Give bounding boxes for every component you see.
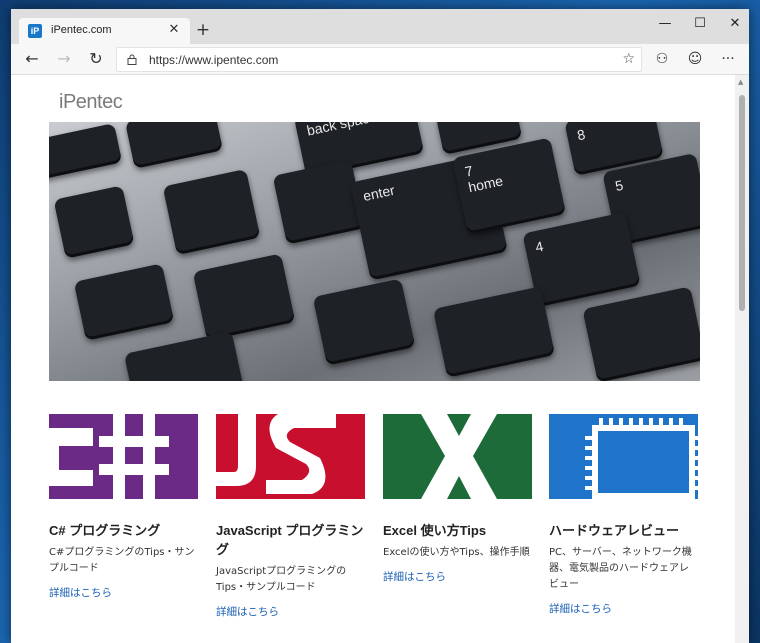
scroll-up-arrow-icon[interactable]: ▲ — [738, 78, 743, 86]
refresh-button[interactable]: ↻ — [84, 48, 108, 70]
tab-strip: iP iPentec.com ✕ + — ☐ ✕ — [11, 9, 749, 44]
card-details-link[interactable]: 詳細はこちら — [549, 601, 612, 616]
hero-key — [192, 253, 296, 341]
hero-key — [49, 123, 123, 181]
card-description: Excelの使い方やTips、操作手順 — [383, 547, 530, 558]
hero-key — [582, 286, 700, 381]
vertical-scrollbar[interactable]: ▲ — [735, 75, 749, 643]
tab-ipentec[interactable]: iP iPentec.com ✕ — [19, 18, 190, 44]
browser-window: iP iPentec.com ✕ + — ☐ ✕ ← → ↻ https://w… — [11, 9, 749, 643]
card-csharp: C# プログラミング C#プログラミングのTips・サンプルコード 詳細はこちら — [49, 414, 198, 600]
page-viewport: iPentec back space 8 enter 7 home 5 4 C#… — [11, 75, 749, 643]
tab-title: iPentec.com — [51, 24, 112, 36]
csharp-logo-graphic — [49, 414, 198, 499]
card-description: C#プログラミングのTips・サンプルコード — [49, 547, 195, 574]
back-button[interactable]: ← — [20, 48, 44, 70]
key-label-5: 5 — [613, 176, 625, 195]
hero-key — [162, 168, 261, 256]
more-menu-icon[interactable]: ··· — [715, 48, 741, 70]
feedback-smiley-icon[interactable]: ☺ — [682, 48, 708, 70]
favorite-star-icon[interactable]: ☆ — [622, 51, 635, 67]
hero-key — [73, 263, 175, 341]
excel-logo-graphic — [383, 414, 532, 499]
card-description: PC、サーバー、ネットワーク機器、電気製品のハードウェアレビュー — [549, 547, 692, 590]
new-tab-button[interactable]: + — [193, 20, 213, 40]
tab-close-icon[interactable]: ✕ — [166, 22, 182, 38]
card-title[interactable]: ハードウェアレビュー — [549, 521, 698, 540]
navigation-bar: ← → ↻ https://www.ipentec.com ☆ ⚇ ☺ ··· — [11, 44, 749, 75]
forward-button[interactable]: → — [52, 48, 76, 70]
excel-logo-icon[interactable] — [383, 414, 532, 499]
address-bar[interactable]: https://www.ipentec.com ☆ — [116, 47, 642, 72]
card-excel: Excel 使い方Tips Excelの使い方やTips、操作手順 詳細はこちら — [383, 414, 532, 584]
hero-key — [272, 159, 366, 245]
profile-icon[interactable]: ⚇ — [649, 48, 675, 70]
card-title[interactable]: C# プログラミング — [49, 521, 198, 540]
card-details-link[interactable]: 詳細はこちら — [383, 569, 446, 584]
key-label-8: 8 — [575, 126, 587, 144]
maximize-button[interactable]: ☐ — [681, 9, 719, 39]
scroll-thumb[interactable] — [739, 95, 745, 311]
csharp-logo-icon[interactable] — [49, 414, 198, 499]
hero-keyboard-image: back space 8 enter 7 home 5 4 — [49, 122, 700, 381]
close-window-button[interactable]: ✕ — [716, 9, 749, 39]
card-details-link[interactable]: 詳細はこちら — [49, 585, 112, 600]
key-label-4: 4 — [533, 237, 545, 256]
hero-key — [53, 185, 135, 259]
key-label-seven: 7 — [463, 162, 475, 180]
lock-icon — [127, 54, 137, 65]
key-label-backspace: back space — [305, 122, 378, 139]
key-label-enter: enter — [361, 181, 397, 205]
hero-key — [123, 331, 245, 381]
card-javascript: JavaScript プログラミング JavaScriptプログラミングのTip… — [216, 414, 365, 619]
chip-logo-graphic — [549, 414, 698, 499]
minimize-button[interactable]: — — [646, 9, 684, 39]
card-hardware: ハードウェアレビュー PC、サーバー、ネットワーク機器、電気製品のハードウェアレ… — [549, 414, 698, 616]
ipentec-favicon-icon: iP — [28, 24, 42, 38]
hero-key — [124, 122, 224, 169]
chip-logo-icon[interactable] — [549, 414, 698, 499]
address-url: https://www.ipentec.com — [149, 53, 279, 67]
category-cards: C# プログラミング C#プログラミングのTips・サンプルコード 詳細はこちら… — [49, 414, 700, 634]
javascript-logo-icon[interactable] — [216, 414, 365, 499]
hero-key — [432, 286, 556, 378]
card-details-link[interactable]: 詳細はこちら — [216, 604, 279, 619]
card-title[interactable]: JavaScript プログラミング — [216, 521, 365, 559]
ipentec-logo[interactable]: iPentec — [59, 91, 123, 114]
card-description: JavaScriptプログラミングのTips・サンプルコード — [216, 566, 347, 593]
javascript-logo-graphic — [216, 414, 365, 499]
hero-key — [312, 278, 416, 366]
hero-key-home: 7 home — [451, 137, 567, 235]
card-title[interactable]: Excel 使い方Tips — [383, 521, 532, 540]
